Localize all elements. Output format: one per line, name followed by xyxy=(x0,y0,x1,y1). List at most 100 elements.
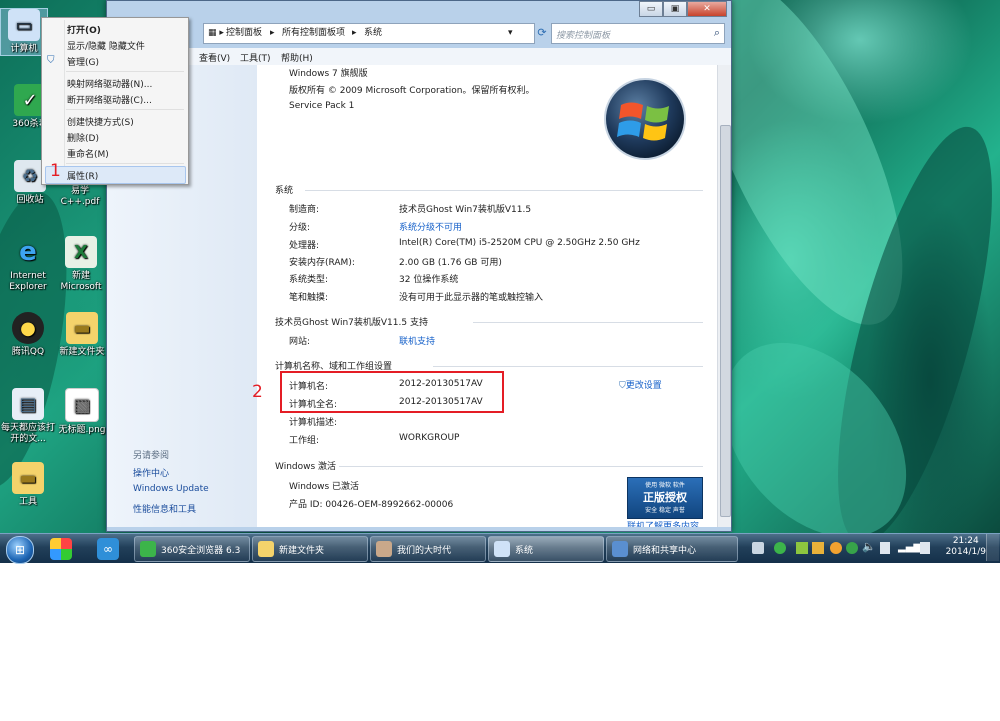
desktop-icon-tools[interactable]: ▬ 工具 xyxy=(0,462,56,508)
menu-item-delete[interactable]: 删除(D) xyxy=(67,131,99,144)
row-label: 计算机描述: xyxy=(289,418,338,428)
address-bar[interactable]: ▦ ▸ 控制面板 ▸ 所有控制面板项 ▸ 系统 ▾ xyxy=(203,23,535,44)
taskbar-button-360-browser[interactable]: 360安全浏览器 6.3 xyxy=(134,536,250,562)
link-windows-update[interactable]: Windows Update xyxy=(133,484,209,494)
maximize-button[interactable]: ▣ xyxy=(663,1,687,17)
system-control-panel-window: ▭ ▣ ✕ ▦ ▸ 控制面板 ▸ 所有控制面板项 ▸ 系统 ▾ ⟳ 搜索控制面板… xyxy=(106,0,732,532)
menu-tools[interactable]: 工具(T) xyxy=(240,51,271,64)
people-icon xyxy=(376,541,392,557)
breadcrumb-all-items[interactable]: 所有控制面板项 xyxy=(282,24,345,43)
section-heading-support: 技术员Ghost Win7装机版V11.5 支持 xyxy=(275,318,428,328)
menu-help[interactable]: 帮助(H) xyxy=(281,51,313,64)
taskbar-button-our-era[interactable]: 我们的大时代 xyxy=(370,536,486,562)
change-settings-link[interactable]: ⛉更改设置 xyxy=(619,378,662,391)
pinned-app-icon[interactable] xyxy=(50,538,72,560)
processor-value: Intel(R) Core(TM) i5-2520M CPU @ 2.50GHz… xyxy=(399,238,640,248)
tray-volume-icon[interactable]: 🔈 xyxy=(862,540,876,553)
tray-app-icon[interactable] xyxy=(830,542,842,554)
online-support-link[interactable]: 联机支持 xyxy=(399,334,435,347)
scrollbar-thumb[interactable] xyxy=(720,125,731,517)
taskbar-button-new-folder[interactable]: 新建文件夹 xyxy=(252,536,368,562)
menu-item-map-drive[interactable]: 映射网络驱动器(N)... xyxy=(67,77,152,90)
row-label: 笔和触摸: xyxy=(289,293,329,303)
desktop-icon-pdf[interactable]: 易学 C++.pdf xyxy=(52,186,108,208)
divider xyxy=(339,466,703,467)
desktop-icon-label: 无标题.png xyxy=(58,425,106,435)
row-label: 制造商: xyxy=(289,205,320,215)
uac-shield-icon: ⛉ xyxy=(47,55,55,66)
clock-date: 2014/1/9 xyxy=(945,547,986,557)
see-also-heading: 另请参阅 xyxy=(133,451,170,461)
breadcrumb-system[interactable]: 系统 xyxy=(364,24,382,43)
system-type-value: 32 位操作系统 xyxy=(399,275,459,285)
rating-unavailable-link[interactable]: 系统分级不可用 xyxy=(399,220,462,233)
desktop-icon-label: 新建 Microsoft xyxy=(60,271,102,292)
menu-item-rename[interactable]: 重命名(M) xyxy=(67,147,109,160)
badge-main-text: 正版授权 xyxy=(643,491,687,504)
annotation-step-2: 2 xyxy=(252,382,263,402)
excel-icon: X xyxy=(65,236,97,268)
ram-value: 2.00 GB (1.76 GB 可用) xyxy=(399,258,502,268)
system-info-content: Windows 7 旗舰版 版权所有 © 2009 Microsoft Corp… xyxy=(257,65,717,527)
refresh-icon[interactable]: ⟳ xyxy=(535,24,549,41)
tray-show-hidden-icon[interactable] xyxy=(752,542,764,554)
window-title-buttons: ▭ ▣ ✕ xyxy=(639,1,727,17)
tray-network-icon[interactable]: ▂▄▆ xyxy=(898,542,921,553)
breadcrumb-separator-icon: ▸ xyxy=(270,28,275,38)
copyright-text: 版权所有 © 2009 Microsoft Corporation。保留所有权利… xyxy=(289,86,535,96)
link-action-center[interactable]: 操作中心 xyxy=(133,466,169,479)
breadcrumb-control-panel[interactable]: 控制面板 xyxy=(226,24,262,43)
desktop-icon-daily-doc[interactable]: ▤ 每天都应该打开的文... xyxy=(0,388,56,445)
highlight-box-computer-name xyxy=(280,371,504,413)
pinned-app-icon[interactable]: ∞ xyxy=(97,538,119,560)
menu-item-properties[interactable]: 属性(R) xyxy=(67,169,98,182)
section-heading-activation: Windows 激活 xyxy=(275,462,337,472)
search-control-panel-input[interactable]: 搜索控制面板 ⌕ xyxy=(551,23,725,44)
menu-item-open[interactable]: 打开(O) xyxy=(67,23,101,36)
row-label: 系统类型: xyxy=(289,275,329,285)
show-desktop-button[interactable] xyxy=(986,534,999,561)
folder-icon: ▬ xyxy=(66,312,98,344)
windows-edition: Windows 7 旗舰版 xyxy=(289,69,368,79)
menu-gutter xyxy=(64,20,65,180)
desktop-icon-untitled-png[interactable]: ▧ 无标题.png xyxy=(52,388,112,436)
desktop-icon-new-folder[interactable]: ▬ 新建文件夹 xyxy=(52,312,112,358)
taskbar-button-network-center[interactable]: 网络和共享中心 xyxy=(606,536,738,562)
taskbar-button-label: 360安全浏览器 6.3 xyxy=(161,546,241,556)
menu-item-show-hide[interactable]: 显示/隐藏 隐藏文件 xyxy=(67,39,145,52)
taskbar-button-label: 系统 xyxy=(515,546,534,556)
tray-app-icon[interactable] xyxy=(812,542,824,554)
tray-app-icon[interactable] xyxy=(846,542,858,554)
desktop-icon-label: 腾讯QQ xyxy=(11,347,45,357)
tray-app-icon[interactable] xyxy=(796,542,808,554)
genuine-badge[interactable]: 使用 微软 软件 正版授权 安全 稳定 声誉 xyxy=(627,477,703,519)
badge-small-text: 使用 微软 软件 xyxy=(645,482,685,489)
menu-item-manage[interactable]: 管理(G) xyxy=(67,55,99,68)
tray-flag-icon[interactable] xyxy=(880,542,890,554)
taskbar-clock[interactable]: 21:24 2014/1/9 xyxy=(946,536,986,558)
menu-view[interactable]: 查看(V) xyxy=(199,51,230,64)
menu-item-disconnect-drive[interactable]: 断开网络驱动器(C)... xyxy=(67,93,152,106)
learn-more-link[interactable]: 联机了解更多内容... xyxy=(627,519,708,527)
vertical-scrollbar[interactable] xyxy=(717,65,731,527)
tray-360-shield-icon[interactable] xyxy=(774,542,786,554)
change-settings-label: 更改设置 xyxy=(625,381,662,391)
minimize-button[interactable]: ▭ xyxy=(639,1,663,17)
close-button[interactable]: ✕ xyxy=(687,1,727,17)
search-icon[interactable]: ⌕ xyxy=(714,26,720,40)
start-button[interactable]: ⊞ xyxy=(6,536,34,564)
row-label: 分级: xyxy=(289,223,311,233)
dropdown-arrow-icon[interactable]: ▾ xyxy=(508,24,513,43)
tray-battery-icon[interactable] xyxy=(920,542,930,554)
desktop-icon-excel[interactable]: X 新建 Microsoft xyxy=(52,236,110,293)
taskbar-button-system[interactable]: 系统 xyxy=(488,536,604,562)
taskbar-button-label: 网络和共享中心 xyxy=(633,546,697,556)
desktop-icon-label: 回收站 xyxy=(16,195,44,205)
desktop-icon-qq[interactable]: ● 腾讯QQ xyxy=(0,312,56,358)
menu-item-create-shortcut[interactable]: 创建快捷方式(S) xyxy=(67,115,134,128)
desktop-icon-label: 新建文件夹 xyxy=(59,347,105,357)
row-label: 网站: xyxy=(289,337,311,347)
pen-touch-value: 没有可用于此显示器的笔或触控输入 xyxy=(399,293,544,303)
link-performance-tools[interactable]: 性能信息和工具 xyxy=(133,502,196,515)
desktop-icon-internet-explorer[interactable]: e Internet Explorer xyxy=(0,236,56,293)
